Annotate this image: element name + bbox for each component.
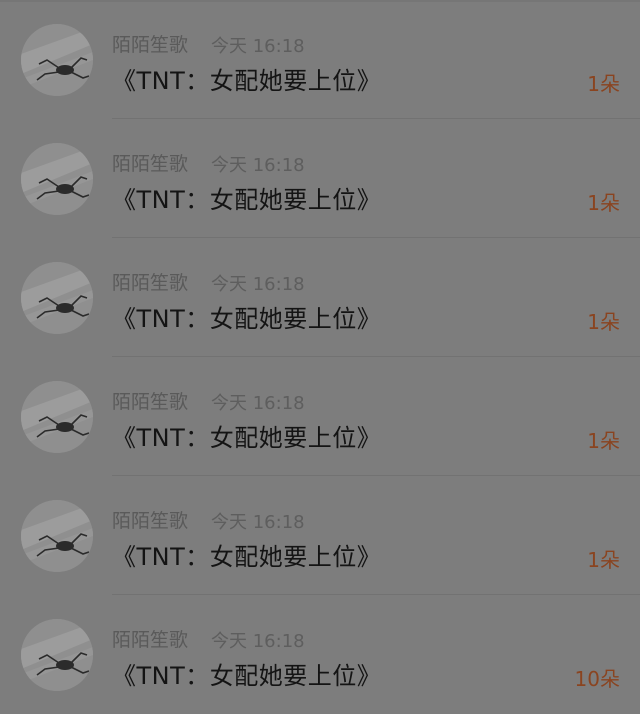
avatar[interactable]: [21, 24, 93, 96]
avatar-spider-image: [21, 143, 93, 215]
timestamp: 今天 16:18: [211, 36, 305, 57]
gift-amount: 1朵: [587, 191, 620, 215]
list-item[interactable]: 陌陌笙歌 今天 16:18 《TNT：女配她要上位》 1朵: [0, 476, 640, 595]
avatar[interactable]: [21, 381, 93, 453]
book-title[interactable]: 《TNT：女配她要上位》: [112, 656, 381, 691]
gift-amount: 1朵: [587, 429, 620, 453]
book-title[interactable]: 《TNT：女配她要上位》: [112, 61, 381, 96]
avatar[interactable]: [21, 143, 93, 215]
sender-name[interactable]: 陌陌笙歌: [112, 149, 188, 176]
timestamp: 今天 16:18: [211, 512, 305, 533]
book-title[interactable]: 《TNT：女配她要上位》: [112, 418, 381, 453]
timestamp: 今天 16:18: [211, 631, 305, 652]
avatar-spider-image: [21, 381, 93, 453]
gift-amount: 1朵: [587, 310, 620, 334]
avatar[interactable]: [21, 262, 93, 334]
avatar-spider-image: [21, 24, 93, 96]
list-item[interactable]: 陌陌笙歌 今天 16:18 《TNT：女配她要上位》 1朵: [0, 238, 640, 357]
avatar-spider-image: [21, 262, 93, 334]
gift-amount: 10朵: [574, 667, 620, 691]
sender-name[interactable]: 陌陌笙歌: [112, 625, 188, 652]
avatar-spider-image: [21, 619, 93, 691]
timestamp: 今天 16:18: [211, 393, 305, 414]
timestamp: 今天 16:18: [211, 155, 305, 176]
list-item[interactable]: 陌陌笙歌 今天 16:18 《TNT：女配她要上位》 1朵: [0, 0, 640, 119]
avatar[interactable]: [21, 500, 93, 572]
gift-amount: 1朵: [587, 548, 620, 572]
avatar[interactable]: [21, 619, 93, 691]
book-title[interactable]: 《TNT：女配她要上位》: [112, 299, 381, 334]
book-title[interactable]: 《TNT：女配她要上位》: [112, 537, 381, 572]
gift-record-list: 陌陌笙歌 今天 16:18 《TNT：女配她要上位》 1朵 陌陌笙歌 今天 16…: [0, 0, 640, 714]
sender-name[interactable]: 陌陌笙歌: [112, 268, 188, 295]
book-title[interactable]: 《TNT：女配她要上位》: [112, 180, 381, 215]
sender-name[interactable]: 陌陌笙歌: [112, 506, 188, 533]
sender-name[interactable]: 陌陌笙歌: [112, 30, 188, 57]
list-item[interactable]: 陌陌笙歌 今天 16:18 《TNT：女配她要上位》 1朵: [0, 357, 640, 476]
sender-name[interactable]: 陌陌笙歌: [112, 387, 188, 414]
gift-amount: 1朵: [587, 72, 620, 96]
timestamp: 今天 16:18: [211, 274, 305, 295]
list-item[interactable]: 陌陌笙歌 今天 16:18 《TNT：女配她要上位》 1朵: [0, 119, 640, 238]
list-item[interactable]: 陌陌笙歌 今天 16:18 《TNT：女配她要上位》 10朵: [0, 595, 640, 714]
avatar-spider-image: [21, 500, 93, 572]
